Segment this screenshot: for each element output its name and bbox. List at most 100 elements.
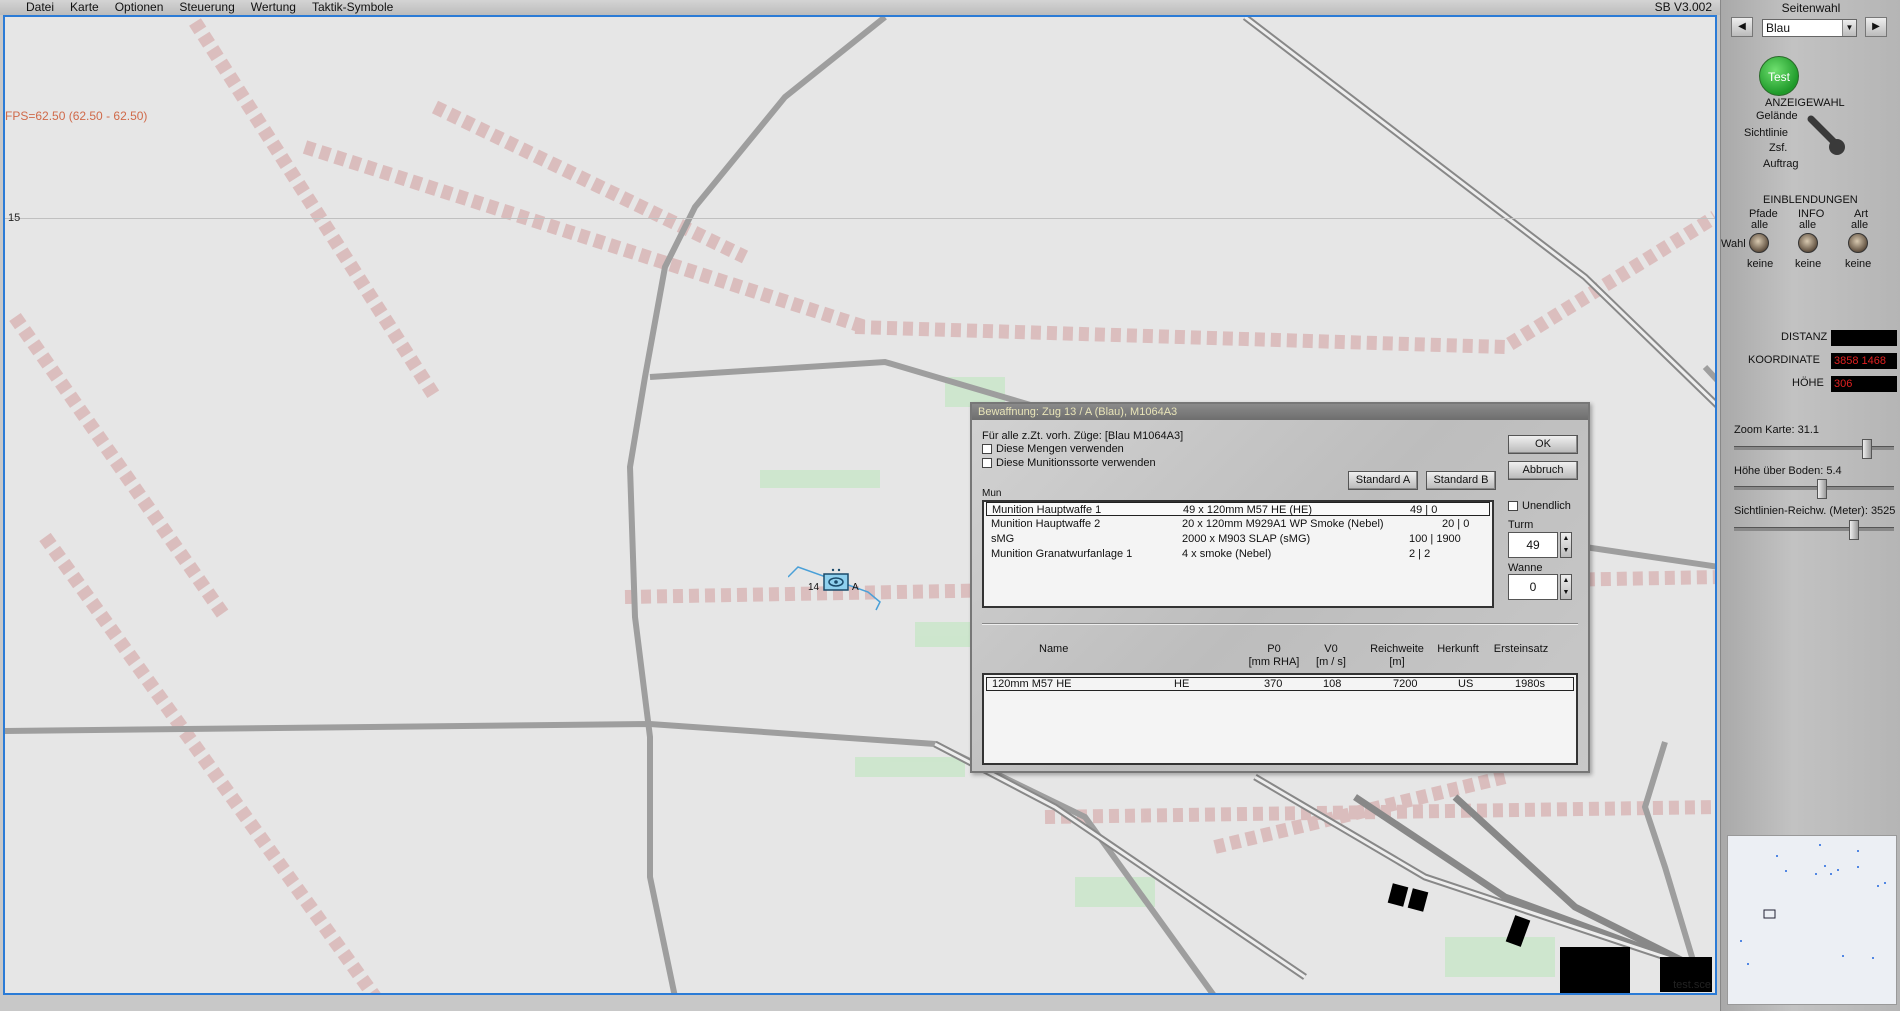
sight-slider-thumb[interactable] [1849,520,1859,540]
version-label: SB V3.002 [1654,0,1712,14]
side-prev-button[interactable]: ◀ [1731,17,1753,37]
ammo-row[interactable]: Munition Granatwurfanlage 1 4 x smoke (N… [986,547,1490,561]
header-v0: V0 [1324,643,1338,655]
height-value: 5.4 [1826,465,1842,477]
header-p0-unit: [mm RHA] [1248,656,1300,668]
ammo-list[interactable]: Munition Hauptwaffe 1 49 x 120mm M57 HE … [982,500,1494,608]
minimap[interactable] [1727,835,1897,1005]
selector-switch-icon[interactable] [1807,115,1847,157]
detail-p0: 370 [1264,678,1283,690]
turm-input[interactable]: 49 [1508,532,1558,558]
armament-dialog: Bewaffnung: Zug 13 / A (Blau), M1064A3 F… [970,402,1590,773]
overlay-pfade-top: alle [1751,219,1769,231]
display-option-gelaende[interactable]: Gelände [1756,110,1798,122]
zoom-label-text: Zoom Karte: [1734,424,1795,436]
overlay-info-top: alle [1799,219,1817,231]
detail-type: HE [1174,678,1190,690]
use-ammo-type-label: Diese Munitionssorte verwenden [996,457,1156,469]
detail-range: 7200 [1393,678,1418,690]
spin-down-icon: ▼ [1562,547,1570,554]
panel-title: Seitenwahl [1781,1,1841,15]
sight-value: 3525 [1870,505,1896,517]
overlay-info-bottom: keine [1795,258,1822,270]
distanz-value [1831,330,1897,346]
menu-datei[interactable]: Datei [18,0,62,15]
wanne-label: Wanne [1508,562,1543,574]
standard-b-button[interactable]: Standard B [1426,471,1496,490]
ammo-load: 20 x 120mm M929A1 WP Smoke (Nebel) [1182,518,1384,530]
wanne-input[interactable]: 0 [1508,574,1558,600]
ammo-detail-table[interactable]: 120mm M57 HE HE 370 108 7200 US 1980s [982,673,1578,765]
menu-wertung[interactable]: Wertung [243,0,304,15]
control-panel: Seitenwahl ◀ Blau ▼ ▶ Test ANZEIGEWAHL G… [1720,0,1900,1011]
turm-stepper[interactable]: ▲ ▼ [1560,532,1572,558]
arrow-left-icon: ◀ [1738,21,1746,32]
detail-v0: 108 [1323,678,1342,690]
unit-marker[interactable]: 14 A [787,562,888,620]
spin-down-icon: ▼ [1562,589,1570,596]
header-range-unit: [m] [1389,656,1405,668]
minimap-units [1740,844,1886,965]
info-knob[interactable] [1798,233,1818,253]
ammo-split: 100 | 1900 [1409,533,1461,545]
menu-taktik-symbole[interactable]: Taktik-Symbole [304,0,401,15]
height-slider-thumb[interactable] [1817,479,1827,499]
header-first-use: Ersteinsatz [1493,643,1549,655]
height-slider[interactable] [1734,479,1894,499]
test-button[interactable]: Test [1759,56,1799,96]
mun-label: Mun [982,488,1002,499]
side-next-button[interactable]: ▶ [1865,17,1887,37]
detail-row[interactable]: 120mm M57 HE HE 370 108 7200 US 1980s [986,677,1574,691]
menu-optionen[interactable]: Optionen [107,0,172,15]
menu-steuerung[interactable]: Steuerung [171,0,242,15]
sight-slider[interactable] [1734,520,1894,540]
ammo-weapon: sMG [991,533,1015,545]
abbruch-button[interactable]: Abbruch [1508,461,1578,480]
ammo-load: 2000 x M903 SLAP (sMG) [1182,533,1311,545]
unit-symbol-icon [787,566,881,611]
display-option-sichtlinie[interactable]: Sichtlinie [1744,127,1788,139]
standard-a-button[interactable]: Standard A [1348,471,1418,490]
side-select[interactable]: Blau ▼ [1762,19,1857,37]
sight-label-text: Sichtlinien-Reichw. (Meter): [1734,505,1868,517]
ammo-load: 49 x 120mm M57 HE (HE) [1183,504,1312,516]
wanne-stepper[interactable]: ▲ ▼ [1560,574,1572,600]
zoom-slider-thumb[interactable] [1861,439,1872,459]
pfade-knob[interactable] [1749,233,1769,253]
ammo-load: 4 x smoke (Nebel) [1182,548,1272,560]
sight-label: Sichtlinien-Reichw. (Meter): 3525 [1734,505,1895,517]
header-origin: Herkunft [1437,643,1479,655]
ammo-weapon: Munition Hauptwaffe 2 [991,518,1101,530]
unendlich-label: Unendlich [1522,500,1571,512]
menu-karte[interactable]: Karte [62,0,107,15]
use-amounts-label: Diese Mengen verwenden [996,443,1124,455]
art-knob[interactable] [1848,233,1868,253]
ok-button[interactable]: OK [1508,435,1578,454]
header-p0: P0 [1267,643,1281,655]
ammo-row[interactable]: sMG 2000 x M903 SLAP (sMG) 100 | 1900 [986,532,1490,546]
ammo-weapon: Munition Granatwurfanlage 1 [991,548,1133,560]
anzeigewahl-heading: ANZEIGEWAHL [1765,97,1845,109]
overlay-pfade-bottom: keine [1747,258,1774,270]
display-option-auftrag[interactable]: Auftrag [1763,158,1798,170]
use-amounts-checkbox[interactable] [982,444,992,454]
ammo-row[interactable]: Munition Hauptwaffe 1 49 x 120mm M57 HE … [986,502,1490,516]
display-option-zsf[interactable]: Zsf. [1769,142,1787,154]
zoom-slider[interactable] [1734,439,1894,459]
unendlich-checkbox[interactable] [1508,501,1518,511]
ammo-split: 2 | 2 [1409,548,1431,560]
side-select-value: Blau [1766,21,1791,35]
spin-up-icon: ▲ [1562,535,1570,542]
dialog-title: Bewaffnung: Zug 13 / A (Blau), M1064A3 [972,404,1588,420]
use-ammo-type-checkbox[interactable] [982,458,992,468]
ammo-row[interactable]: Munition Hauptwaffe 2 20 x 120mm M929A1 … [986,517,1490,531]
ammo-split: 20 | 0 [1442,518,1470,530]
hoehe-value: 306 [1831,376,1897,392]
zoom-label: Zoom Karte: 31.1 [1734,424,1819,436]
arrow-right-icon: ▶ [1872,21,1880,32]
header-range: Reichweite [1370,643,1424,655]
zoom-value: 31.1 [1797,424,1820,436]
chevron-down-icon: ▼ [1842,20,1856,36]
turm-label: Turm [1508,519,1534,531]
distanz-label: DISTANZ [1781,331,1828,343]
